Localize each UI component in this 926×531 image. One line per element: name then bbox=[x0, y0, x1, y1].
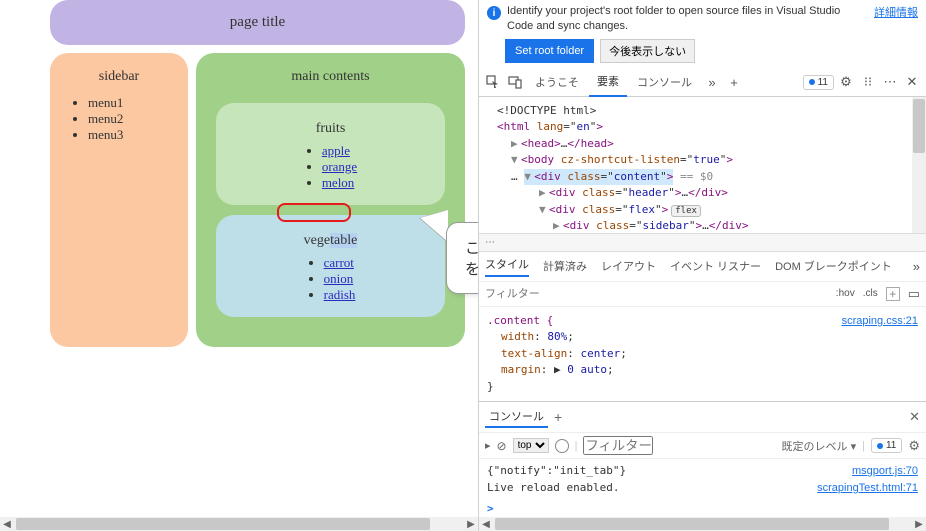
sidebar-item: menu3 bbox=[88, 127, 178, 143]
console-tab[interactable]: コンソール bbox=[485, 406, 548, 428]
fruit-link[interactable]: apple bbox=[322, 143, 350, 158]
tab-overflow-chevron-icon[interactable]: » bbox=[702, 72, 722, 92]
issues-badge[interactable]: 11 bbox=[803, 75, 834, 90]
veg-link[interactable]: carrot bbox=[324, 255, 354, 270]
sidebar-title: sidebar bbox=[60, 69, 178, 85]
console-drawer-header: コンソール + ✕ bbox=[479, 401, 926, 432]
settings-icon[interactable]: ⚙ bbox=[836, 72, 856, 92]
scroll-left-icon[interactable]: ◀ bbox=[0, 519, 14, 530]
hov-toggle[interactable]: :hov bbox=[836, 288, 855, 299]
fruit-link-melon[interactable]: melon bbox=[322, 175, 355, 190]
styles-overflow-chevron-icon[interactable]: » bbox=[913, 259, 920, 274]
devtools-pane: i Identify your project's root folder to… bbox=[478, 0, 926, 531]
log-level-select[interactable]: 既定のレベル ▾ bbox=[782, 438, 857, 454]
device-toggle-icon[interactable] bbox=[505, 72, 525, 92]
styles-body[interactable]: scraping.css:21 .content { width: 80%; t… bbox=[479, 307, 926, 402]
sidebar-item: menu1 bbox=[88, 95, 178, 111]
scroll-left-icon[interactable]: ◀ bbox=[479, 519, 493, 530]
rendered-page-pane: page title sidebar menu1 menu2 menu3 mai… bbox=[0, 0, 478, 531]
dismiss-banner-button[interactable]: 今後表示しない bbox=[600, 39, 695, 63]
styles-source-link[interactable]: scraping.css:21 bbox=[842, 313, 918, 330]
devtools-tab-bar: ようこそ 要素 コンソール » + 11 ⚙ ⁝⁝ ⋯ ✕ bbox=[479, 69, 926, 97]
console-sidebar-toggle-icon[interactable]: ▸ bbox=[485, 439, 491, 452]
styles-tab-computed[interactable]: 計算済み bbox=[543, 258, 587, 274]
clear-console-icon[interactable]: ⊘ bbox=[497, 439, 507, 453]
info-link[interactable]: 詳細情報 bbox=[874, 4, 918, 20]
vegetable-box: vegetable carrot onion radish bbox=[216, 215, 445, 317]
styles-filter-bar: :hov .cls + ▭ bbox=[479, 282, 926, 307]
customize-icon[interactable]: ⁝⁝ bbox=[858, 72, 878, 92]
cls-toggle[interactable]: .cls bbox=[863, 288, 878, 299]
tab-console[interactable]: コンソール bbox=[629, 68, 700, 96]
page-sidebar: sidebar menu1 menu2 menu3 bbox=[50, 53, 188, 347]
veg-link[interactable]: radish bbox=[324, 287, 356, 302]
page-title: page title bbox=[50, 0, 465, 45]
fruits-title: fruits bbox=[216, 121, 445, 137]
live-expression-icon[interactable] bbox=[555, 439, 569, 453]
fruits-box: fruits apple orange melon bbox=[216, 103, 445, 205]
vegetable-title: vegetable bbox=[216, 233, 445, 249]
console-settings-icon[interactable]: ⚙ bbox=[908, 438, 920, 454]
tab-welcome[interactable]: ようこそ bbox=[527, 68, 587, 96]
console-source-link[interactable]: scrapingTest.html:71 bbox=[817, 480, 918, 497]
new-style-rule-button[interactable]: + bbox=[886, 287, 900, 301]
info-icon: i bbox=[487, 6, 501, 20]
console-body[interactable]: msgport.js:70{"notify":"init_tab"} scrap… bbox=[479, 459, 926, 500]
close-drawer-icon[interactable]: ✕ bbox=[909, 409, 920, 425]
horizontal-scrollbar[interactable]: ◀ ▶ bbox=[0, 517, 478, 531]
styles-tab-styles[interactable]: スタイル bbox=[485, 256, 529, 277]
devtools-horizontal-scrollbar[interactable]: ◀ ▶ bbox=[479, 517, 926, 531]
inspect-icon[interactable] bbox=[483, 72, 503, 92]
styles-tab-dom-bp[interactable]: DOM ブレークポイント bbox=[775, 258, 892, 274]
scroll-right-icon[interactable]: ▶ bbox=[464, 519, 478, 530]
veg-link[interactable]: onion bbox=[324, 271, 354, 286]
breadcrumb[interactable]: ⋯ bbox=[479, 233, 926, 252]
console-context-select[interactable]: top bbox=[513, 438, 549, 453]
sidebar-item: menu2 bbox=[88, 111, 178, 127]
computed-styles-icon[interactable]: ▭ bbox=[908, 286, 920, 302]
styles-filter-input[interactable] bbox=[485, 288, 828, 300]
more-icon[interactable]: ⋯ bbox=[880, 72, 900, 92]
info-banner-text: Identify your project's root folder to o… bbox=[507, 4, 868, 35]
console-filter-input[interactable] bbox=[583, 436, 653, 455]
add-tab-icon[interactable]: + bbox=[724, 72, 744, 92]
tab-elements[interactable]: 要素 bbox=[589, 67, 627, 97]
page-main: main contents fruits apple orange melon … bbox=[196, 53, 465, 347]
close-devtools-icon[interactable]: ✕ bbox=[902, 72, 922, 92]
set-root-folder-button[interactable]: Set root folder bbox=[505, 39, 594, 63]
console-prompt[interactable]: > bbox=[479, 500, 926, 517]
main-title: main contents bbox=[208, 69, 453, 85]
console-issues-badge[interactable]: 11 bbox=[871, 438, 902, 453]
styles-tab-listeners[interactable]: イベント リスナー bbox=[670, 258, 761, 274]
fruit-link[interactable]: orange bbox=[322, 159, 357, 174]
console-filter-bar: ▸ ⊘ top | 既定のレベル ▾ | 11 ⚙ bbox=[479, 432, 926, 459]
add-drawer-tab-icon[interactable]: + bbox=[554, 409, 562, 425]
console-source-link[interactable]: msgport.js:70 bbox=[852, 463, 918, 480]
info-banner: i Identify your project's root folder to… bbox=[479, 0, 926, 39]
dom-tree[interactable]: <!DOCTYPE html> <html lang="en"> ▶<head>… bbox=[479, 97, 926, 233]
scroll-right-icon[interactable]: ▶ bbox=[912, 519, 926, 530]
styles-tab-layout[interactable]: レイアウト bbox=[601, 258, 656, 274]
speech-tail bbox=[420, 210, 448, 242]
styles-tab-bar: スタイル 計算済み レイアウト イベント リスナー DOM ブレークポイント » bbox=[479, 252, 926, 282]
